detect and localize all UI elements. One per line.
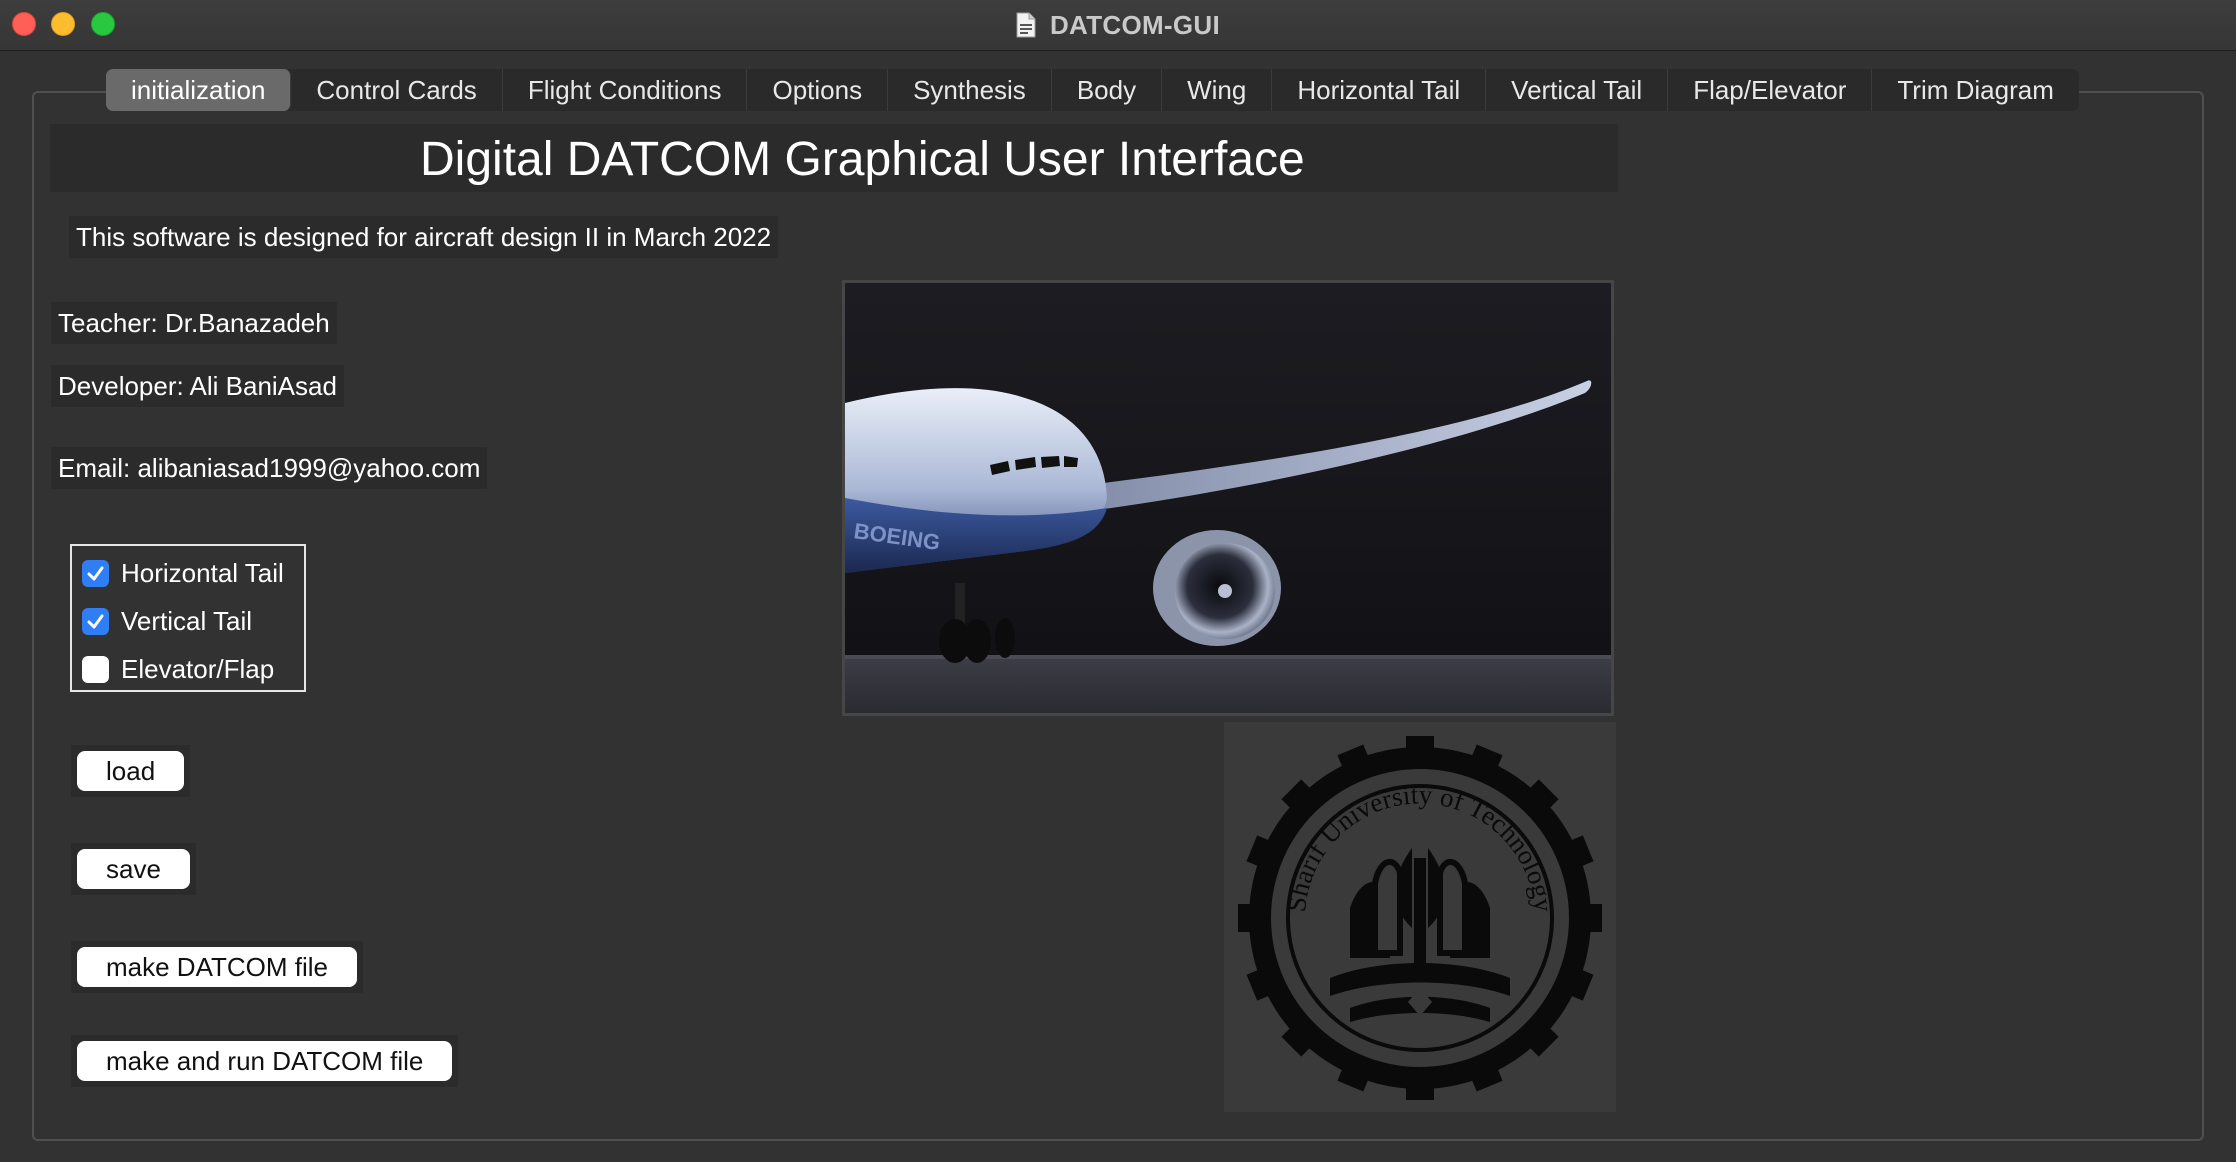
page-title: Digital DATCOM Graphical User Interface [420,133,1305,186]
make-run-datcom-button-panel: make and run DATCOM file [71,1035,459,1087]
unchecked-box-icon [82,655,109,683]
checkbox-label: Horizontal Tail [121,557,284,588]
save-button[interactable]: save [77,849,190,889]
tab-body[interactable]: Body [1052,69,1163,111]
airplane-illustration: BOEING [845,283,1611,713]
checkbox-label: Vertical Tail [121,605,253,636]
window-title: DATCOM-GUI [1049,9,1221,40]
tab-horizontal-tail[interactable]: Horizontal Tail [1272,69,1487,111]
tab-vertical-tail[interactable]: Vertical Tail [1486,69,1669,111]
save-button-panel: save [71,843,196,895]
load-button[interactable]: load [77,751,185,791]
email-label: Email: alibaniasad1999@yahoo.com [51,447,488,489]
tab-trim-diagram[interactable]: Trim Diagram [1872,69,2078,111]
document-icon [1016,12,1036,38]
tab-control-cards[interactable]: Control Cards [291,69,503,111]
checkmark-icon [82,607,109,635]
elevator-flap-checkbox[interactable]: Elevator/Flap [82,652,274,686]
make-datcom-file-button[interactable]: make DATCOM file [77,947,357,987]
tab-options[interactable]: Options [747,69,889,111]
tab-flight-conditions[interactable]: Flight Conditions [503,69,748,111]
aircraft-image: BOEING [842,280,1614,716]
make-and-run-datcom-file-button[interactable]: make and run DATCOM file [77,1041,453,1081]
heading-panel: Digital DATCOM Graphical User Interface [50,124,1618,192]
component-checkbox-group: Horizontal Tail Vertical Tail Elevator/F… [70,544,306,692]
horizontal-tail-checkbox[interactable]: Horizontal Tail [82,556,284,590]
tab-synthesis[interactable]: Synthesis [888,69,1052,111]
window-title-area: DATCOM-GUI [0,0,2236,50]
tab-wing[interactable]: Wing [1162,69,1273,111]
tab-initialization[interactable]: initialization [106,69,292,111]
sharif-university-logo-icon: Sharif University of Technology [1238,736,1602,1100]
tab-flap-elevator[interactable]: Flap/Elevator [1668,69,1873,111]
vertical-tail-checkbox[interactable]: Vertical Tail [82,604,252,638]
checkmark-icon [82,559,109,587]
developer-label: Developer: Ali BaniAsad [51,365,344,407]
checkbox-label: Elevator/Flap [121,653,275,684]
make-datcom-button-panel: make DATCOM file [71,941,363,993]
university-logo: Sharif University of Technology [1224,722,1616,1112]
window-titlebar: DATCOM-GUI [0,0,2236,51]
description-label: This software is designed for aircraft d… [69,216,779,258]
tab-bar: initialization Control Cards Flight Cond… [106,69,2079,111]
load-button-panel: load [71,745,191,797]
teacher-label: Teacher: Dr.Banazadeh [51,302,337,344]
